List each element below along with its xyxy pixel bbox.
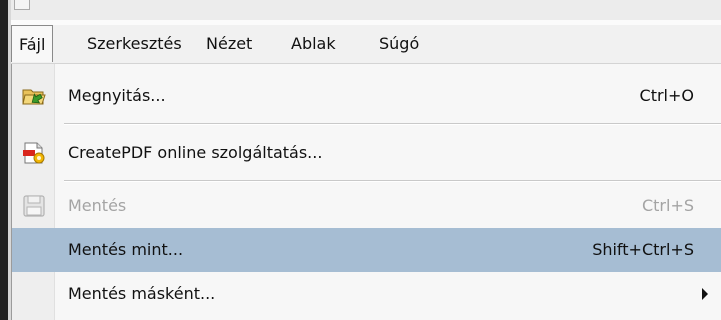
- menu-help[interactable]: Súgó: [379, 25, 419, 63]
- createpdf-icon: [23, 142, 45, 164]
- menu-window[interactable]: Ablak: [291, 25, 336, 63]
- menu-item-label: Mentés mint...: [68, 240, 184, 259]
- window-edge: [0, 0, 11, 320]
- menu-item-save[interactable]: Mentés Ctrl+S: [12, 184, 721, 228]
- menu-item-save-as-other[interactable]: Mentés másként...: [12, 272, 721, 316]
- menu-item-open[interactable]: Megnyitás... Ctrl+O: [12, 74, 721, 118]
- menu-item-shortcut: Ctrl+S: [641, 196, 694, 215]
- menu-item-label: Megnyitás...: [68, 86, 166, 105]
- menu-item-label: Mentés másként...: [68, 284, 216, 303]
- menu-bar: Fájl Szerkesztés Nézet Ablak Súgó: [11, 25, 721, 64]
- save-disk-icon: [23, 195, 45, 217]
- file-menu-dropdown: Megnyitás... Ctrl+O CreatePDF online szo…: [11, 64, 721, 320]
- menu-item-shortcut: Ctrl+O: [639, 86, 694, 105]
- app-icon: [14, 0, 30, 10]
- window-titlebar: [0, 0, 721, 20]
- menu-edit[interactable]: Szerkesztés: [87, 25, 182, 63]
- menu-separator: [64, 180, 721, 182]
- menu-item-createpdf[interactable]: CreatePDF online szolgáltatás...: [12, 131, 721, 175]
- menu-item-label: Mentés: [68, 196, 127, 215]
- submenu-arrow-icon: [702, 288, 708, 300]
- menu-item-label: CreatePDF online szolgáltatás...: [68, 143, 323, 162]
- menu-view[interactable]: Nézet: [206, 25, 252, 63]
- menu-file[interactable]: Fájl: [11, 25, 54, 62]
- open-folder-icon: [22, 89, 46, 105]
- menu-item-save-as[interactable]: Mentés mint... Shift+Ctrl+S: [12, 228, 721, 272]
- menu-item-shortcut: Shift+Ctrl+S: [592, 240, 694, 259]
- menu-separator: [64, 123, 721, 125]
